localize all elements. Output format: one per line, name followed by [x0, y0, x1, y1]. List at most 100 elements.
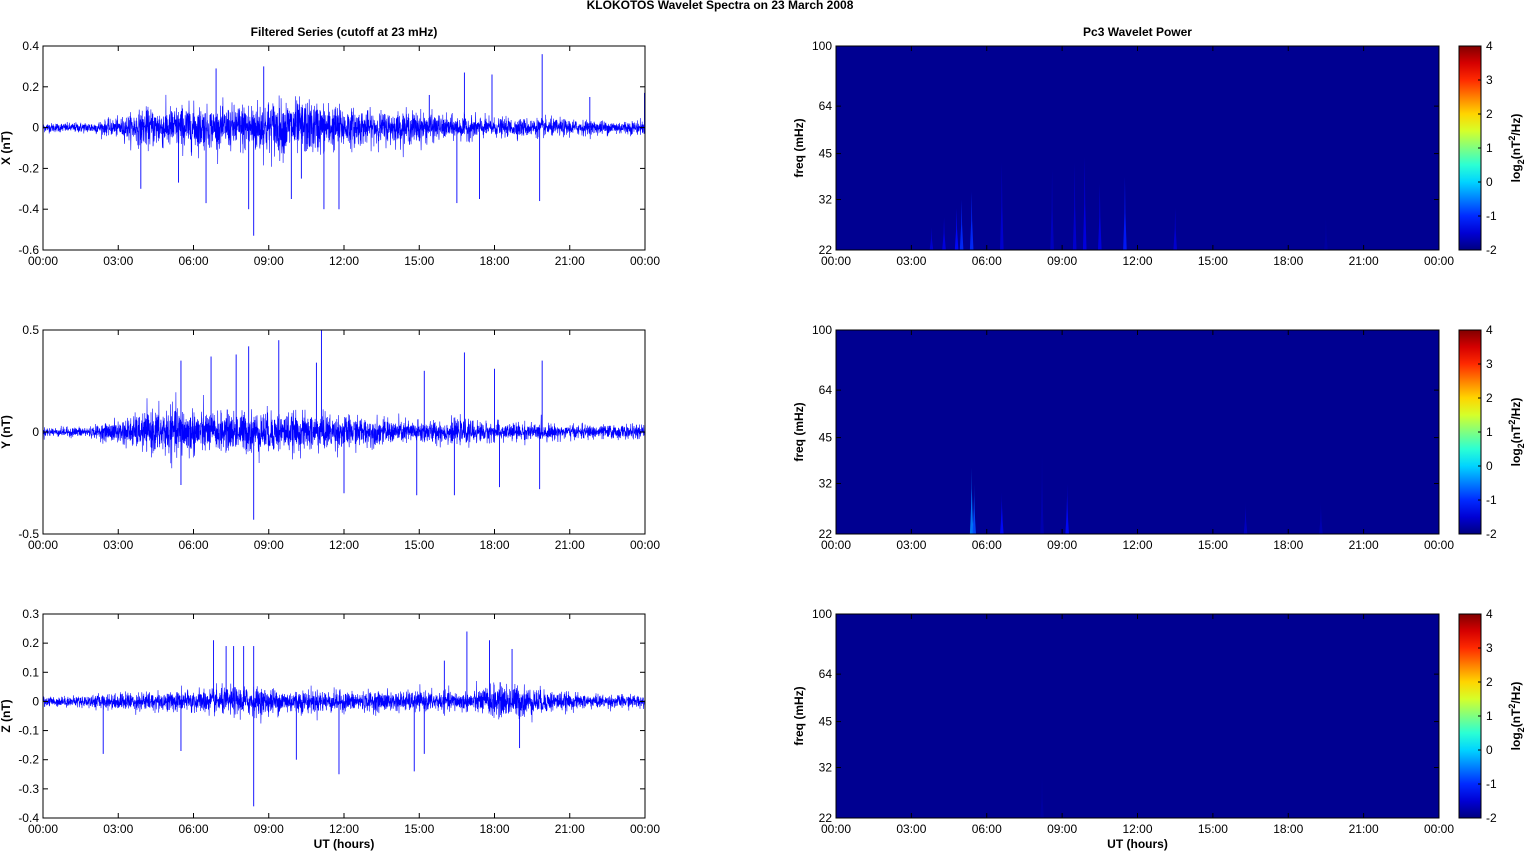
panel-line-y: -0.500.500:00 03:00 06:00 09:00 12:00 15:00 18…: [0, 323, 660, 552]
colorbar-tick-label: 3: [1486, 641, 1493, 655]
x-tick-label: 00:00: [28, 538, 58, 552]
x-tick-label: 09:00: [254, 254, 284, 268]
x-tick-label: 12:00: [1122, 538, 1152, 552]
x-tick-label: 09:00: [1047, 538, 1077, 552]
y-tick-label: 64: [819, 99, 833, 113]
x-tick-label: 18:00: [479, 822, 509, 836]
x-tick-label: 00:00: [28, 822, 58, 836]
x-tick-label: 03:00: [103, 254, 133, 268]
panel-title: Filtered Series (cutoff at 23 mHz): [251, 25, 438, 39]
x-tick-label: 21:00: [1349, 822, 1379, 836]
x-tick-label: 15:00: [1198, 254, 1228, 268]
x-tick-label: 00:00: [630, 822, 660, 836]
y-tick-label: -0.2: [18, 753, 39, 767]
y-tick-label: 32: [819, 761, 833, 775]
x-tick-label: 09:00: [254, 538, 284, 552]
colorbar-tick-label: -2: [1486, 243, 1497, 257]
y-axis-label: Z (nT): [0, 699, 13, 732]
x-tick-label: 21:00: [555, 254, 585, 268]
y-tick-label: 32: [819, 193, 833, 207]
x-tick-label: 00:00: [821, 254, 851, 268]
panel-title: Pc3 Wavelet Power: [1083, 25, 1192, 39]
y-tick-label: 64: [819, 667, 833, 681]
colorbar-label: log2(nT2/Hz): [1507, 114, 1526, 183]
colorbar-tick-label: -1: [1486, 209, 1497, 223]
x-tick-label: 12:00: [1122, 822, 1152, 836]
x-tick-label: 09:00: [254, 822, 284, 836]
y-tick-label: 45: [819, 147, 833, 161]
y-tick-label: 0.1: [22, 665, 39, 679]
colorbar-tick-label: 4: [1486, 323, 1493, 337]
y-tick-label: 0.2: [22, 80, 39, 94]
y-tick-label: -0.3: [18, 782, 39, 796]
x-tick-label: 03:00: [896, 254, 926, 268]
y-tick-label: -0.1: [18, 724, 39, 738]
x-tick-label: 00:00: [1424, 254, 1454, 268]
y-tick-label: 0.4: [22, 39, 39, 53]
x-tick-label: 12:00: [329, 538, 359, 552]
y-tick-label: 0: [32, 121, 39, 135]
colorbar-tick-label: 2: [1486, 391, 1493, 405]
colorbar-tick-label: 3: [1486, 73, 1493, 87]
colorbar: [1458, 613, 1482, 819]
x-tick-label: 15:00: [1198, 538, 1228, 552]
colorbar-tick-label: -2: [1486, 527, 1497, 541]
x-tick-label: 15:00: [404, 538, 434, 552]
y-tick-label: 0.2: [22, 636, 39, 650]
y-tick-label: 100: [812, 39, 832, 53]
heatmap-background: [836, 330, 1439, 534]
x-tick-label: 18:00: [479, 538, 509, 552]
x-tick-label: 00:00: [28, 254, 58, 268]
x-tick-label: 12:00: [1122, 254, 1152, 268]
x-tick-label: 21:00: [555, 538, 585, 552]
x-tick-label: 00:00: [630, 254, 660, 268]
wavelet-figure: KLOKOTOS Wavelet Spectra on 23 March 200…: [0, 0, 1526, 851]
colorbar-tick-label: 2: [1486, 107, 1493, 121]
panel-heatmap-z: 43210-1-2log2(nT2/Hz)2232456410000:00 03:…: [792, 607, 1526, 851]
x-tick-label: 09:00: [1047, 254, 1077, 268]
x-tick-label: 06:00: [972, 254, 1002, 268]
colorbar-tick-label: -1: [1486, 777, 1497, 791]
colorbar-tick-label: 3: [1486, 357, 1493, 371]
x-tick-label: 18:00: [1273, 254, 1303, 268]
plot-area: [43, 614, 645, 818]
y-tick-label: 0: [32, 425, 39, 439]
y-axis-label: freq (mHz): [792, 686, 806, 745]
colorbar: [1458, 329, 1482, 535]
x-tick-label: 18:00: [1273, 538, 1303, 552]
x-tick-label: 00:00: [821, 538, 851, 552]
colorbar-tick-label: 1: [1486, 425, 1493, 439]
x-tick-label: 18:00: [479, 254, 509, 268]
x-tick-label: 03:00: [103, 538, 133, 552]
x-tick-label: 03:00: [103, 822, 133, 836]
x-tick-label: 03:00: [896, 538, 926, 552]
x-tick-label: 00:00: [630, 538, 660, 552]
y-tick-label: 100: [812, 323, 832, 337]
x-tick-label: 18:00: [1273, 822, 1303, 836]
colorbar-tick-label: 0: [1486, 743, 1493, 757]
y-tick-label: 0.3: [22, 607, 39, 621]
panel-heatmap-x: 43210-1-2log2(nT2/Hz)2232456410000:00 03:…: [792, 25, 1526, 268]
panel-line-x: -0.6-0.4-0.200.20.400:00 03:00 06:00 09:00 1…: [0, 25, 660, 268]
colorbar-tick-label: 0: [1486, 175, 1493, 189]
x-tick-label: 06:00: [972, 822, 1002, 836]
y-axis-label: X (nT): [0, 131, 13, 165]
x-tick-label: 06:00: [178, 538, 208, 552]
plot-area: [43, 46, 645, 250]
x-tick-label: 15:00: [404, 822, 434, 836]
colorbar-tick-label: 0: [1486, 459, 1493, 473]
y-tick-label: -0.4: [18, 202, 39, 216]
heatmap-background: [836, 614, 1439, 818]
x-tick-label: 06:00: [178, 254, 208, 268]
x-axis-label: UT (hours): [314, 837, 375, 851]
x-tick-label: 12:00: [329, 254, 359, 268]
x-tick-label: 21:00: [1349, 254, 1379, 268]
panel-heatmap-y: 43210-1-2log2(nT2/Hz)2232456410000:00 03:…: [792, 323, 1526, 552]
figure-title: KLOKOTOS Wavelet Spectra on 23 March 200…: [587, 0, 854, 12]
x-tick-label: 00:00: [1424, 538, 1454, 552]
colorbar-tick-label: 4: [1486, 39, 1493, 53]
colorbar-tick-label: -1: [1486, 493, 1497, 507]
colorbar-tick-label: 1: [1486, 709, 1493, 723]
y-tick-label: 100: [812, 607, 832, 621]
y-tick-label: 32: [819, 477, 833, 491]
